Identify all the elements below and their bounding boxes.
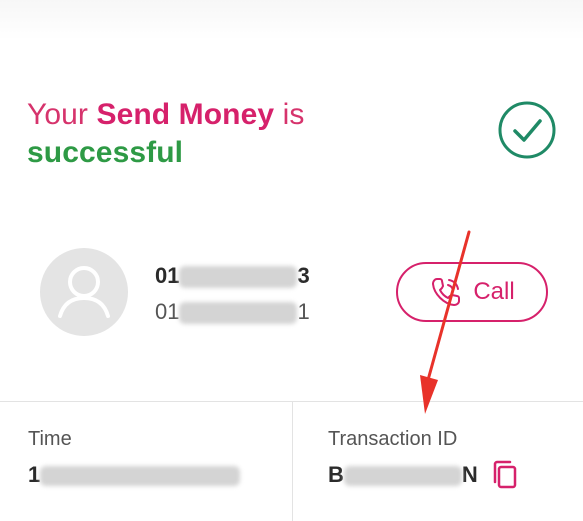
contact-number: 01 1 [155,299,310,325]
contact-number-visible: 01 [155,299,180,324]
status-line-1: Your Send Money is [27,96,304,134]
time-label: Time [28,428,72,450]
check-circle-icon [498,101,556,159]
contact-number-tail: 1 [297,299,310,324]
user-avatar-icon [40,248,128,336]
status-headline: Your Send Money is successful [27,96,304,172]
transaction-id-value: BN [328,462,478,488]
contact-name-tail: 3 [297,263,310,288]
contact-name-visible: 01 [155,263,180,288]
time-value-redacted [40,466,241,487]
status-prefix: Your [27,98,97,131]
contact-name-redacted [179,266,298,289]
call-button[interactable]: Call [396,262,548,322]
status-middle: is [274,98,305,131]
contact-name: 01 3 [155,263,310,289]
column-divider [292,402,293,521]
status-result: successful [27,136,184,169]
transaction-id-tail: N [461,462,478,487]
time-value-visible: 1 [28,462,41,487]
send-money-success-screen: Your Send Money is successful 01 3 01 1 Ca… [0,0,583,521]
contact-number-redacted [179,302,298,325]
call-button-label: Call [473,278,515,305]
phone-icon [432,278,461,306]
service-name: Send Money [96,98,275,131]
time-value: 1 [28,462,241,488]
top-edge [0,0,583,40]
transaction-id-head: B [328,462,344,487]
transaction-id-redacted [343,466,462,487]
copy-icon[interactable] [491,459,519,491]
transaction-id-label: Transaction ID [328,428,458,450]
